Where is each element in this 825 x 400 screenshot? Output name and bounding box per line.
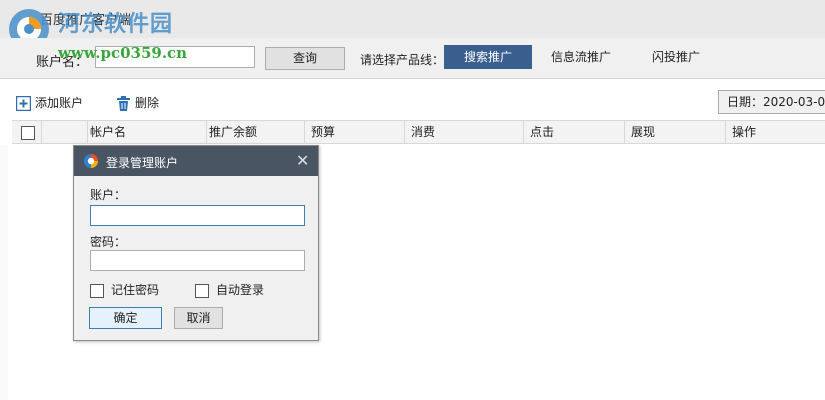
dialog-title-bar: 登录管理账户 ✕ — [74, 146, 318, 176]
background-window-edge — [0, 145, 8, 400]
column-operations[interactable]: 操作 — [726, 121, 825, 143]
dialog-password-input[interactable] — [90, 250, 305, 271]
auto-login-label: 自动登录 — [216, 283, 265, 297]
grid-header: 帐户名 推广余额 预算 消费 点击 展现 操作 — [12, 120, 825, 144]
column-spend[interactable]: 消费 — [405, 121, 524, 143]
column-impressions[interactable]: 展现 — [625, 121, 726, 143]
column-budget[interactable]: 预算 — [305, 121, 405, 143]
watermark-site-name: 河东软件园 — [58, 12, 174, 37]
close-icon[interactable]: ✕ — [296, 151, 309, 170]
app-logo-icon — [84, 154, 98, 168]
action-bar: 添加账户 删除 日期：2020-03-07 — [0, 88, 825, 118]
column-clicks[interactable]: 点击 — [524, 121, 625, 143]
dialog-account-input[interactable] — [90, 205, 305, 226]
remember-password-option[interactable]: 记住密码 — [90, 281, 159, 298]
dialog-title: 登录管理账户 — [106, 156, 179, 170]
tab-feed-promotion[interactable]: 信息流推广 — [540, 45, 622, 69]
auto-login-checkbox[interactable] — [195, 283, 209, 298]
tab-flash-promotion[interactable]: 闪投推广 — [640, 45, 712, 69]
auto-login-option[interactable]: 自动登录 — [195, 281, 264, 298]
dialog-password-label: 密码： — [90, 235, 127, 249]
tab-search-promotion[interactable]: 搜索推广 — [444, 45, 532, 69]
ok-button[interactable]: 确定 — [89, 307, 162, 329]
trash-icon — [117, 96, 130, 111]
cancel-button[interactable]: 取消 — [174, 307, 223, 329]
login-dialog: 登录管理账户 ✕ 账户： 密码： 记住密码 自动登录 确定 取消 — [73, 145, 319, 341]
delete-button[interactable]: 删除 — [116, 94, 159, 111]
add-account-label: 添加账户 — [35, 96, 84, 110]
watermark-url: www.pc0359.cn — [58, 44, 188, 62]
column-account-name[interactable]: 帐户名 — [84, 121, 207, 143]
query-button[interactable]: 查询 — [265, 47, 345, 70]
select-all-checkbox[interactable] — [21, 125, 35, 140]
remember-password-label: 记住密码 — [111, 283, 160, 297]
add-account-button[interactable]: 添加账户 — [16, 94, 83, 111]
column-balance[interactable]: 推广余额 — [203, 121, 305, 143]
select-all-column — [12, 121, 42, 143]
remember-password-checkbox[interactable] — [90, 283, 104, 298]
date-filter[interactable]: 日期：2020-03-07 — [718, 90, 825, 114]
plus-square-icon — [16, 96, 31, 111]
delete-label: 删除 — [135, 96, 160, 110]
blank-column — [42, 121, 88, 143]
product-line-label: 请选择产品线： — [360, 53, 445, 67]
dialog-account-label: 账户： — [90, 188, 127, 202]
